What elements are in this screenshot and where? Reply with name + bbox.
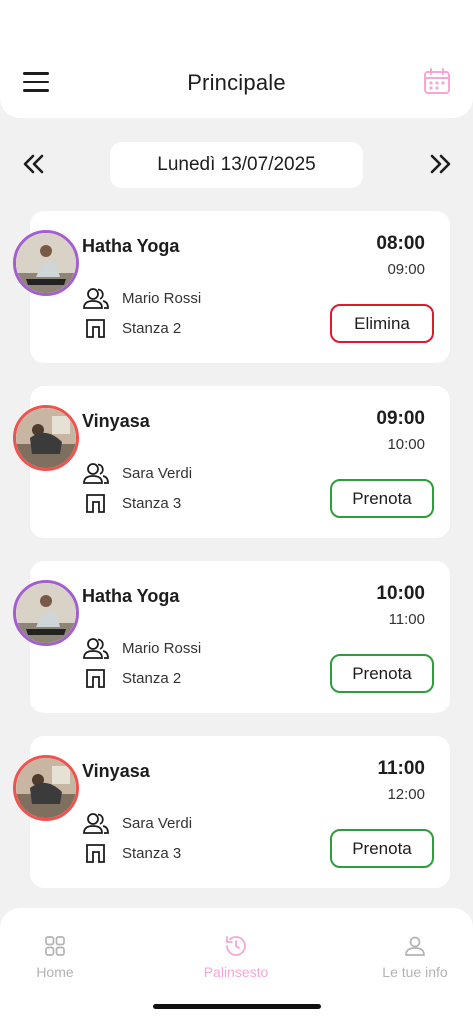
class-name: Hatha Yoga — [82, 236, 180, 256]
grid-icon — [45, 936, 65, 956]
end-time: 11:00 — [388, 611, 425, 628]
end-time: 10:00 — [387, 436, 425, 453]
people-icon — [83, 813, 109, 834]
schedule-icon — [226, 936, 246, 956]
nav-label-profile: Le tue info — [382, 964, 448, 980]
room-icon — [86, 494, 105, 513]
end-time: 12:00 — [387, 786, 425, 803]
instructor-avatar — [13, 405, 79, 471]
book-button[interactable]: Prenota — [330, 654, 434, 693]
date-navigator: Lunedì 13/07/2025 — [0, 140, 473, 190]
room-row: Stanza 2 — [82, 316, 181, 340]
instructor-avatar — [13, 755, 79, 821]
people-icon — [83, 638, 109, 659]
book-button[interactable]: Prenota — [330, 829, 434, 868]
room-row: Stanza 3 — [82, 491, 181, 515]
teacher-name: Mario Rossi — [122, 639, 202, 657]
end-time: 09:00 — [387, 261, 425, 278]
teacher-row: Sara Verdi — [82, 811, 192, 835]
room-name: Stanza 3 — [122, 844, 182, 862]
start-time: 11:00 — [377, 758, 425, 779]
teacher-row: Mario Rossi — [82, 636, 201, 660]
nav-item-home[interactable]: Home — [0, 934, 110, 982]
class-card[interactable]: Hatha Yoga 08:00 09:00 Mario Rossi Stanz… — [13, 211, 450, 363]
people-icon — [83, 463, 109, 484]
book-button[interactable]: Prenota — [330, 479, 434, 518]
delete-booking-button[interactable]: Elimina — [330, 304, 434, 343]
previous-day-icon[interactable] — [22, 152, 46, 176]
home-indicator — [153, 1004, 321, 1009]
next-day-icon[interactable] — [428, 152, 452, 176]
bottom-navigation: Home Palinsesto Le tue info — [0, 908, 473, 1024]
room-icon — [86, 319, 105, 338]
class-card[interactable]: Vinyasa 09:00 10:00 Sara Verdi Stanza 3 … — [13, 386, 450, 538]
room-row: Stanza 2 — [82, 666, 181, 690]
teacher-name: Sara Verdi — [122, 464, 193, 482]
start-time: 08:00 — [376, 233, 425, 254]
teacher-name: Sara Verdi — [122, 814, 193, 832]
class-card[interactable]: Hatha Yoga 10:00 11:00 Mario Rossi Stanz… — [13, 561, 450, 713]
teacher-row: Sara Verdi — [82, 461, 192, 485]
room-name: Stanza 3 — [122, 494, 182, 512]
room-icon — [86, 844, 105, 863]
class-name: Vinyasa — [82, 411, 150, 431]
class-card[interactable]: Vinyasa 11:00 12:00 Sara Verdi Stanza 3 … — [13, 736, 450, 888]
nav-label-home: Home — [36, 964, 74, 980]
user-icon — [405, 936, 425, 956]
room-name: Stanza 2 — [122, 319, 182, 337]
teacher-name: Mario Rossi — [122, 289, 202, 307]
instructor-avatar — [13, 230, 79, 296]
page-title: Principale — [187, 70, 286, 95]
room-icon — [86, 669, 105, 688]
calendar-icon[interactable] — [423, 67, 451, 95]
class-name: Hatha Yoga — [82, 586, 180, 606]
class-name: Vinyasa — [82, 761, 150, 781]
room-row: Stanza 3 — [82, 841, 181, 865]
nav-item-profile[interactable]: Le tue info — [360, 934, 470, 982]
people-icon — [83, 288, 109, 309]
instructor-avatar — [13, 580, 79, 646]
nav-item-palinsesto[interactable]: Palinsesto — [181, 934, 291, 982]
teacher-row: Mario Rossi — [82, 286, 201, 310]
room-name: Stanza 2 — [122, 669, 182, 687]
app-header: Principale — [0, 0, 473, 118]
nav-label-palinsesto: Palinsesto — [203, 964, 269, 980]
start-time: 09:00 — [376, 408, 425, 429]
start-time: 10:00 — [376, 583, 425, 604]
current-date[interactable]: Lunedì 13/07/2025 — [110, 142, 363, 188]
